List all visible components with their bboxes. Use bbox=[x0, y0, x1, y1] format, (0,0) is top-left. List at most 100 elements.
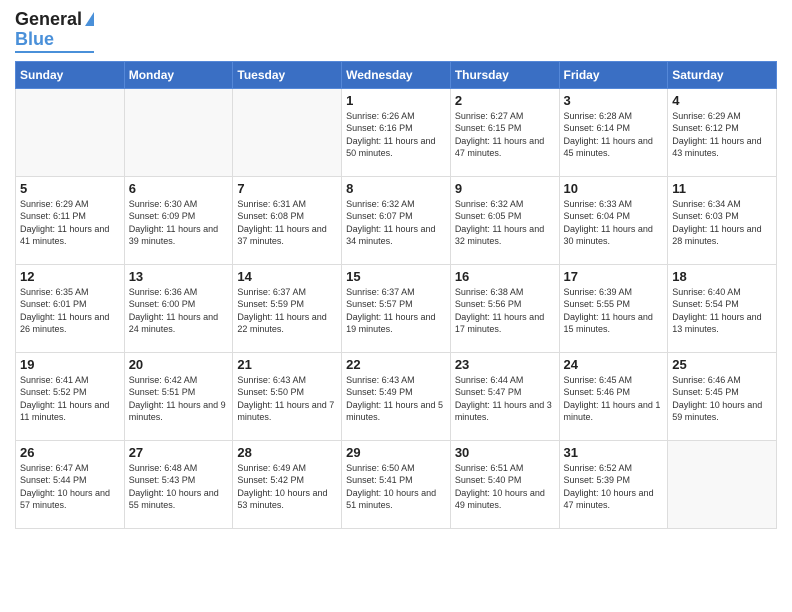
day-number: 11 bbox=[672, 181, 772, 196]
calendar-cell: 8Sunrise: 6:32 AMSunset: 6:07 PMDaylight… bbox=[342, 176, 451, 264]
logo-underline bbox=[15, 51, 94, 53]
calendar-cell: 21Sunrise: 6:43 AMSunset: 5:50 PMDayligh… bbox=[233, 352, 342, 440]
day-number: 16 bbox=[455, 269, 555, 284]
logo-text-block: General Blue bbox=[15, 10, 94, 53]
day-info: Sunrise: 6:49 AMSunset: 5:42 PMDaylight:… bbox=[237, 462, 337, 512]
calendar-cell: 9Sunrise: 6:32 AMSunset: 6:05 PMDaylight… bbox=[450, 176, 559, 264]
calendar-cell: 31 Sunrise: 6:52 AMSunset: 5:39 PMDayligh… bbox=[559, 440, 668, 528]
day-info: Sunrise: 6:45 AMSunset: 5:46 PMDaylight:… bbox=[564, 374, 664, 424]
day-number: 4 bbox=[672, 93, 772, 108]
page: General Blue SundayMondayTuesdayWednesda… bbox=[0, 0, 792, 612]
col-header-sunday: Sunday bbox=[16, 61, 125, 88]
day-number: 17 bbox=[564, 269, 664, 284]
day-info: Sunrise: 6:27 AMSunset: 6:15 PMDaylight:… bbox=[455, 110, 555, 160]
day-number: 7 bbox=[237, 181, 337, 196]
calendar-cell: 18Sunrise: 6:40 AMSunset: 5:54 PMDayligh… bbox=[668, 264, 777, 352]
calendar-cell bbox=[124, 88, 233, 176]
day-number: 30 bbox=[455, 445, 555, 460]
calendar-week-5: 26Sunrise: 6:47 AMSunset: 5:44 PMDayligh… bbox=[16, 440, 777, 528]
day-number: 13 bbox=[129, 269, 229, 284]
day-info: Sunrise: 6:33 AMSunset: 6:04 PMDaylight:… bbox=[564, 198, 664, 248]
calendar-cell: 19 Sunrise: 6:41 AMSunset: 5:52 PMDayligh… bbox=[16, 352, 125, 440]
day-number: 10 bbox=[564, 181, 664, 196]
day-info: Sunrise: 6:42 AMSunset: 5:51 PMDaylight:… bbox=[129, 374, 229, 424]
day-number: 31 bbox=[564, 445, 664, 460]
calendar-cell: 25 Sunrise: 6:46 AMSunset: 5:45 PMDayligh… bbox=[668, 352, 777, 440]
calendar-cell: 6 Sunrise: 6:30 AMSunset: 6:09 PMDaylight… bbox=[124, 176, 233, 264]
day-number: 28 bbox=[237, 445, 337, 460]
calendar-cell: 20 Sunrise: 6:42 AMSunset: 5:51 PMDayligh… bbox=[124, 352, 233, 440]
day-info: Sunrise: 6:30 AMSunset: 6:09 PMDaylight:… bbox=[129, 198, 229, 248]
calendar-week-3: 12Sunrise: 6:35 AMSunset: 6:01 PMDayligh… bbox=[16, 264, 777, 352]
day-number: 1 bbox=[346, 93, 446, 108]
calendar-cell: 15 Sunrise: 6:37 AMSunset: 5:57 PMDayligh… bbox=[342, 264, 451, 352]
header: General Blue bbox=[15, 10, 777, 53]
day-info: Sunrise: 6:29 AMSunset: 6:11 PMDaylight:… bbox=[20, 198, 120, 248]
day-number: 15 bbox=[346, 269, 446, 284]
day-info: Sunrise: 6:34 AMSunset: 6:03 PMDaylight:… bbox=[672, 198, 772, 248]
day-info: Sunrise: 6:37 AMSunset: 5:57 PMDaylight:… bbox=[346, 286, 446, 336]
calendar-cell: 17 Sunrise: 6:39 AMSunset: 5:55 PMDayligh… bbox=[559, 264, 668, 352]
logo-blue: Blue bbox=[15, 30, 94, 50]
calendar-cell: 30 Sunrise: 6:51 AMSunset: 5:40 PMDayligh… bbox=[450, 440, 559, 528]
calendar-cell: 28 Sunrise: 6:49 AMSunset: 5:42 PMDayligh… bbox=[233, 440, 342, 528]
day-info: Sunrise: 6:36 AMSunset: 6:00 PMDaylight:… bbox=[129, 286, 229, 336]
day-info: Sunrise: 6:39 AMSunset: 5:55 PMDaylight:… bbox=[564, 286, 664, 336]
day-number: 29 bbox=[346, 445, 446, 460]
day-info: Sunrise: 6:28 AMSunset: 6:14 PMDaylight:… bbox=[564, 110, 664, 160]
col-header-wednesday: Wednesday bbox=[342, 61, 451, 88]
day-info: Sunrise: 6:43 AMSunset: 5:49 PMDaylight:… bbox=[346, 374, 446, 424]
day-info: Sunrise: 6:26 AMSunset: 6:16 PMDaylight:… bbox=[346, 110, 446, 160]
calendar-cell: 24 Sunrise: 6:45 AMSunset: 5:46 PMDayligh… bbox=[559, 352, 668, 440]
col-header-friday: Friday bbox=[559, 61, 668, 88]
day-number: 3 bbox=[564, 93, 664, 108]
day-info: Sunrise: 6:41 AMSunset: 5:52 PMDaylight:… bbox=[20, 374, 120, 424]
logo-general: General bbox=[15, 10, 82, 30]
day-number: 22 bbox=[346, 357, 446, 372]
day-info: Sunrise: 6:46 AMSunset: 5:45 PMDaylight:… bbox=[672, 374, 772, 424]
calendar-cell: 2 Sunrise: 6:27 AMSunset: 6:15 PMDaylight… bbox=[450, 88, 559, 176]
day-number: 6 bbox=[129, 181, 229, 196]
day-info: Sunrise: 6:50 AMSunset: 5:41 PMDaylight:… bbox=[346, 462, 446, 512]
day-number: 24 bbox=[564, 357, 664, 372]
col-header-thursday: Thursday bbox=[450, 61, 559, 88]
calendar-cell bbox=[16, 88, 125, 176]
day-number: 23 bbox=[455, 357, 555, 372]
day-number: 19 bbox=[20, 357, 120, 372]
calendar-cell: 26Sunrise: 6:47 AMSunset: 5:44 PMDayligh… bbox=[16, 440, 125, 528]
calendar-cell: 13 Sunrise: 6:36 AMSunset: 6:00 PMDayligh… bbox=[124, 264, 233, 352]
day-info: Sunrise: 6:29 AMSunset: 6:12 PMDaylight:… bbox=[672, 110, 772, 160]
calendar-cell: 23Sunrise: 6:44 AMSunset: 5:47 PMDayligh… bbox=[450, 352, 559, 440]
day-info: Sunrise: 6:32 AMSunset: 6:07 PMDaylight:… bbox=[346, 198, 446, 248]
day-number: 20 bbox=[129, 357, 229, 372]
calendar-table: SundayMondayTuesdayWednesdayThursdayFrid… bbox=[15, 61, 777, 529]
day-info: Sunrise: 6:43 AMSunset: 5:50 PMDaylight:… bbox=[237, 374, 337, 424]
col-header-monday: Monday bbox=[124, 61, 233, 88]
calendar-header-row: SundayMondayTuesdayWednesdayThursdayFrid… bbox=[16, 61, 777, 88]
logo: General Blue bbox=[15, 10, 94, 53]
calendar-week-2: 5 Sunrise: 6:29 AMSunset: 6:11 PMDaylight… bbox=[16, 176, 777, 264]
day-number: 5 bbox=[20, 181, 120, 196]
day-info: Sunrise: 6:37 AMSunset: 5:59 PMDaylight:… bbox=[237, 286, 337, 336]
calendar-cell: 22 Sunrise: 6:43 AMSunset: 5:49 PMDayligh… bbox=[342, 352, 451, 440]
logo-container: General Blue bbox=[15, 10, 94, 53]
calendar-cell: 4 Sunrise: 6:29 AMSunset: 6:12 PMDaylight… bbox=[668, 88, 777, 176]
day-number: 25 bbox=[672, 357, 772, 372]
day-number: 18 bbox=[672, 269, 772, 284]
calendar-cell: 10 Sunrise: 6:33 AMSunset: 6:04 PMDayligh… bbox=[559, 176, 668, 264]
logo-triangle-icon bbox=[85, 12, 94, 26]
calendar-cell: 5 Sunrise: 6:29 AMSunset: 6:11 PMDaylight… bbox=[16, 176, 125, 264]
day-number: 2 bbox=[455, 93, 555, 108]
calendar-cell: 14Sunrise: 6:37 AMSunset: 5:59 PMDayligh… bbox=[233, 264, 342, 352]
calendar-cell bbox=[668, 440, 777, 528]
col-header-saturday: Saturday bbox=[668, 61, 777, 88]
calendar-cell: 29 Sunrise: 6:50 AMSunset: 5:41 PMDayligh… bbox=[342, 440, 451, 528]
day-info: Sunrise: 6:35 AMSunset: 6:01 PMDaylight:… bbox=[20, 286, 120, 336]
day-info: Sunrise: 6:52 AMSunset: 5:39 PMDaylight:… bbox=[564, 462, 664, 512]
day-number: 26 bbox=[20, 445, 120, 460]
col-header-tuesday: Tuesday bbox=[233, 61, 342, 88]
day-info: Sunrise: 6:51 AMSunset: 5:40 PMDaylight:… bbox=[455, 462, 555, 512]
day-info: Sunrise: 6:31 AMSunset: 6:08 PMDaylight:… bbox=[237, 198, 337, 248]
day-info: Sunrise: 6:38 AMSunset: 5:56 PMDaylight:… bbox=[455, 286, 555, 336]
calendar-cell: 7 Sunrise: 6:31 AMSunset: 6:08 PMDaylight… bbox=[233, 176, 342, 264]
